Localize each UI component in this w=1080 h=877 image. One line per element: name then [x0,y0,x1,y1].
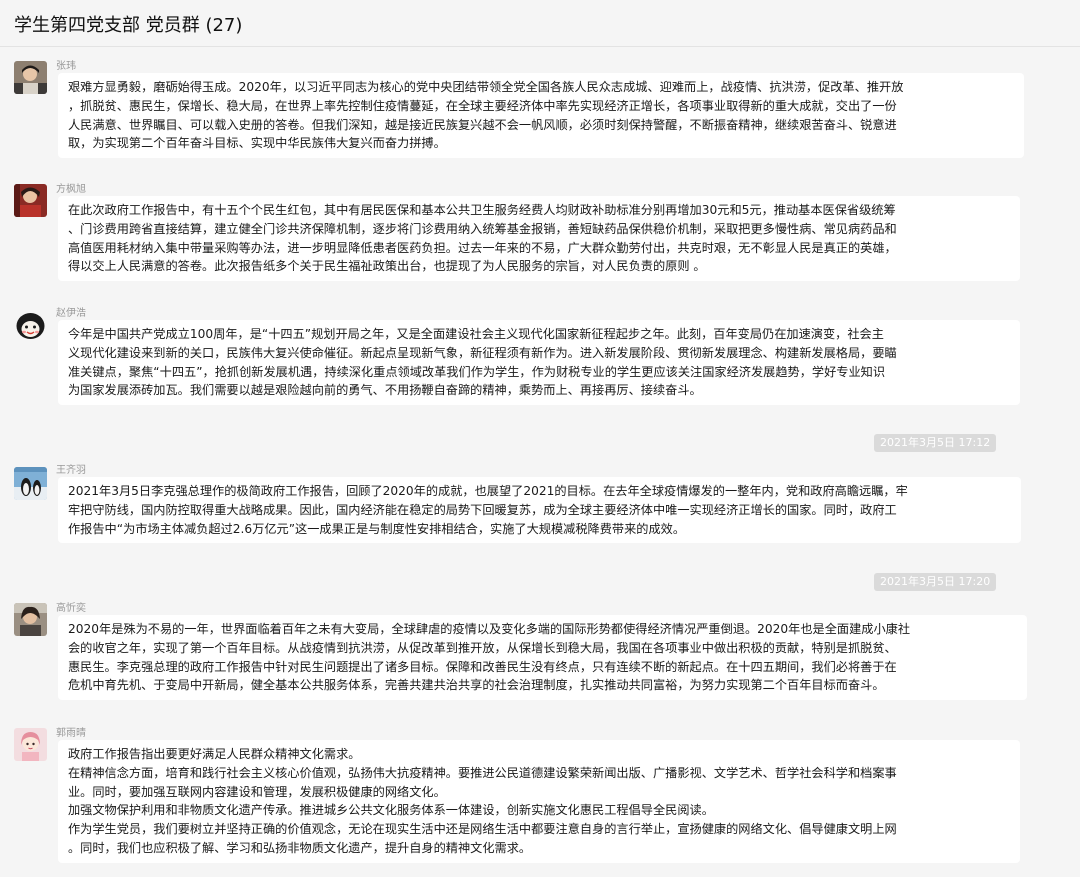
message-line: 得以交上人民满意的答卷。此次报告纸多个关于民生福祉政策出台，也提现了为人民服务的… [68,259,706,274]
sender-name: 郭雨晴 [56,728,86,739]
message-line: ，抓脱贫、惠民生，保增长、稳大局，在世界上率先控制住疫情蔓延，在全球主要经济体中… [68,98,897,113]
message-line: 高值医用耗材纳入集中带量采购等办法，进一步明显降低患者医药负担。过去一年来的不易… [68,240,897,255]
message-line: 政府工作报告指出要更好满足人民群众精神文化需求。 [68,747,361,761]
avatar[interactable] [14,310,47,343]
message-line: 牢把守防线，国内防控取得重大战略成果。因此，国内经济能在稳定的局势下回暖复苏，成… [68,502,897,517]
message-line: 危机中育先机、于变局中开新局，健全基本公共服务体系，完善共建共治共享的社会治理制… [68,678,885,693]
message-line: 人民满意、世界瞩目、可以载入史册的答卷。但我们深知，越是接近民族复兴越不会一帆风… [68,117,897,132]
avatar[interactable] [14,61,47,94]
timestamp-badge: 2021年3月5日 17:20 [874,573,997,591]
message-line: 在此次政府工作报告中，有十五个个民生红包，其中有居民医保和基本公共卫生服务经费人… [68,203,896,217]
message-bubble[interactable]: 今年是中国共产党成立100周年，是“十四五”规划开局之年，又是全面建设社会主义现… [58,320,1020,406]
message-line: 业。同时，要加强互联网内容建设和管理，发展积极健康的网络文化。 [68,784,446,799]
avatar[interactable] [14,467,47,500]
sender-name: 张玮 [56,61,76,72]
chat-title-bar: 学生第四党支部 党员群 (27) [0,0,1080,47]
message-line: 。同时，我们也应积极了解、学习和弘扬非物质文化遗产，提升自身的精神文化需求。 [68,840,532,855]
message-line: 作报告中“为市场主体减负超过2.6万亿元”这一成果正是与制度性安排相结合，实施了… [68,521,686,536]
message-line: 今年是中国共产党成立100周年，是“十四五”规划开局之年，又是全面建设社会主义现… [68,327,884,341]
message-bubble[interactable]: 艰难方显勇毅，磨砺始得玉成。2020年，以习近平同志为核心的党中央团结带领全党全… [58,73,1024,159]
message-bubble[interactable]: 在此次政府工作报告中，有十五个个民生红包，其中有居民医保和基本公共卫生服务经费人… [58,196,1020,282]
message-line: 2021年3月5日李克强总理作的极简政府工作报告，回顾了2020年的成就，也展望… [68,484,908,498]
chat-title: 学生第四党支部 党员群 (27) [14,15,243,36]
message-line: 加强文物保护利用和非物质文化遗产传承。推进城乡公共文化服务体系一体建设，创新实施… [68,803,714,818]
message-line: 取，为实现第二个百年奋斗目标、实现中华民族伟大复兴而奋力拼搏。 [68,136,446,151]
avatar[interactable] [14,728,47,761]
message-line: 、门诊费用跨省直接结算，建立健全门诊共济保障机制，逐步将门诊费用纳入统筹基金报销… [68,221,897,236]
message-line: 义现代化建设来到新的关口，民族伟大复兴使命催征。新起点呈现新气象，新征程须有新作… [68,345,897,360]
message-line: 会的收官之年，实现了第一个百年目标。从战疫情到抗洪涝，从促改革到推开放，从保增长… [68,640,897,655]
timestamp-badge: 2021年3月5日 17:12 [874,434,997,452]
sender-name: 高忻奕 [56,603,86,614]
avatar[interactable] [14,184,47,217]
message-line: 为国家发展添砖加瓦。我们需要以越是艰险越向前的勇气、不用扬鞭自奋蹄的精神，乘势而… [68,383,702,398]
message-line: 惠民生。李克强总理的政府工作报告中针对民生问题提出了诸多目标。保障和改善民生没有… [68,659,897,674]
sender-name: 方枫旭 [56,184,86,195]
message-line: 作为学生党员，我们要树立并坚持正确的价值观念，无论在现实生活中还是网络生活中都要… [68,822,897,837]
message-line: 2020年是殊为不易的一年，世界面临着百年之未有大变局，全球肆虐的疫情以及变化多… [68,622,911,636]
sender-name: 赵伊浩 [56,308,86,319]
message-line: 准关键点，聚焦“十四五”，抢抓创新发展机遇，持续深化重点领域改革我们作为学生，作… [68,364,886,379]
avatar[interactable] [14,603,47,636]
message-bubble[interactable]: 2021年3月5日李克强总理作的极简政府工作报告，回顾了2020年的成就，也展望… [58,477,1021,544]
message-line: 在精神信念方面，培育和践行社会主义核心价值观，弘扬伟大抗疫精神。要推进公民道德建… [68,765,897,780]
message-bubble[interactable]: 2020年是殊为不易的一年，世界面临着百年之未有大变局，全球肆虐的疫情以及变化多… [58,615,1027,701]
message-bubble[interactable]: 政府工作报告指出要更好满足人民群众精神文化需求。 在精神信念方面，培育和践行社会… [58,740,1020,863]
sender-name: 王齐羽 [56,465,86,476]
message-line: 艰难方显勇毅，磨砺始得玉成。2020年，以习近平同志为核心的党中央团结带领全党全… [68,80,904,94]
